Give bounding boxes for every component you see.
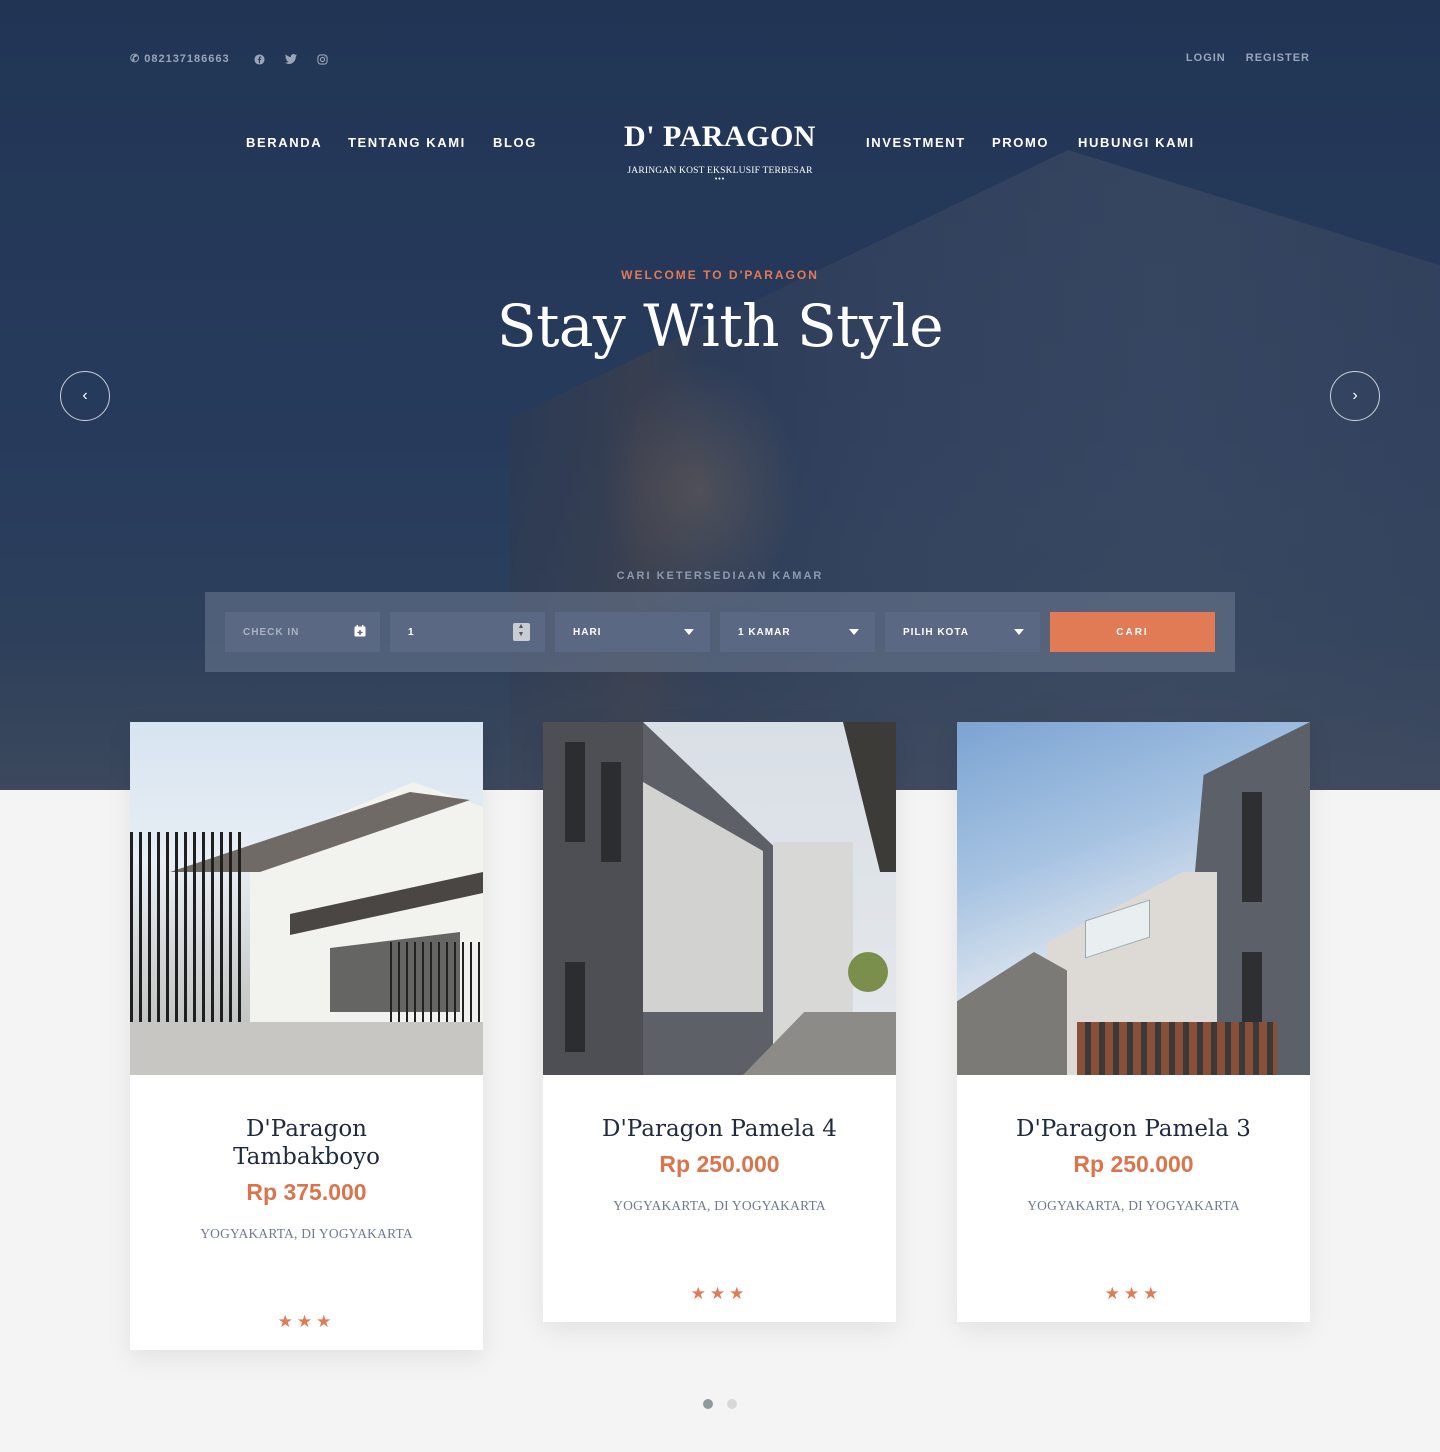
rooms-value: 1 KAMAR	[738, 626, 791, 638]
photo-fence	[1077, 1022, 1277, 1075]
checkin-field[interactable]: CHECK IN	[225, 612, 380, 652]
twitter-icon[interactable]	[284, 52, 298, 66]
search-form: CHECK IN 1 ▲ ▼ HARI 1 KAMAR PILIH KOTA CA…	[205, 592, 1235, 672]
register-link[interactable]: REGISTER	[1246, 52, 1310, 64]
phone-number: 082137186663	[144, 52, 230, 65]
star-rating-icon: ★★★	[277, 1312, 336, 1331]
logo-tagline: JARINGAN KOST EKSKLUSIF TERBESAR	[627, 166, 813, 176]
listing-name[interactable]: D'Paragon Pamela 4	[563, 1115, 876, 1143]
phone-icon: ✆	[130, 53, 141, 65]
carousel-pagination	[0, 1399, 1440, 1409]
listing-location: YOGYAKARTA, DI YOGYAKARTA	[1027, 1198, 1240, 1213]
chevron-left-icon: ‹	[82, 387, 88, 404]
photo-building-left	[543, 722, 643, 1075]
listing-location: YOGYAKARTA, DI YOGYAKARTA	[613, 1198, 826, 1213]
photo-windows	[1242, 792, 1262, 902]
listing-price: Rp 250.000	[1073, 1151, 1194, 1177]
listing-name[interactable]: D'Paragon Pamela 3	[977, 1115, 1290, 1143]
phone-contact[interactable]: ✆ 082137186663	[130, 52, 230, 66]
calendar-icon	[354, 625, 366, 640]
stepper-arrows-icon[interactable]: ▲ ▼	[513, 623, 530, 641]
search-button[interactable]: CARI	[1050, 612, 1215, 652]
facebook-icon[interactable]	[252, 52, 266, 66]
instagram-icon[interactable]	[315, 52, 329, 66]
hero-banner: ✆ 082137186663 LOGIN REGISTER BERANDA TE…	[0, 0, 1440, 790]
checkin-placeholder: CHECK IN	[243, 626, 300, 638]
hero-welcome: WELCOME TO D'PARAGON	[621, 268, 819, 282]
nav-item-investment[interactable]: INVESTMENT	[866, 135, 966, 150]
duration-unit-select[interactable]: HARI	[555, 612, 710, 652]
listing-price: Rp 375.000	[246, 1179, 367, 1205]
photo-windows	[601, 762, 621, 862]
nav-item-promo[interactable]: PROMO	[992, 135, 1049, 150]
photo-windows	[565, 742, 585, 842]
logo-name: D' PARAGON	[624, 120, 816, 153]
listing-card[interactable]: D'Paragon Pamela 4 Rp 250.000 YOGYAKARTA…	[543, 722, 896, 1322]
listing-location: YOGYAKARTA, DI YOGYAKARTA	[200, 1226, 413, 1241]
city-value: PILIH KOTA	[903, 626, 969, 638]
listing-card[interactable]: D'Paragon Pamela 3 Rp 250.000 YOGYAKARTA…	[957, 722, 1310, 1322]
rooms-select[interactable]: 1 KAMAR	[720, 612, 875, 652]
photo-tree	[848, 952, 888, 992]
topbar: ✆ 082137186663 LOGIN REGISTER	[130, 52, 1310, 68]
duration-value: 1	[408, 626, 415, 638]
nav-item-tentang-kami[interactable]: TENTANG KAMI	[348, 135, 466, 150]
listing-body: D'Paragon Pamela 3 Rp 250.000 YOGYAKARTA…	[957, 1075, 1310, 1322]
listing-photo[interactable]	[543, 722, 896, 1075]
chevron-right-icon: ›	[1352, 387, 1358, 404]
listing-photo[interactable]	[957, 722, 1310, 1075]
listing-name[interactable]: D'Paragon Tambakboyo	[150, 1115, 463, 1171]
hero-title: Stay With Style	[496, 292, 944, 360]
login-link[interactable]: LOGIN	[1186, 52, 1226, 64]
slider-next-button[interactable]: ›	[1330, 371, 1380, 421]
chevron-down-icon	[1014, 629, 1024, 635]
star-rating-icon: ★★★	[690, 1284, 749, 1303]
city-select[interactable]: PILIH KOTA	[885, 612, 1040, 652]
listing-price: Rp 250.000	[659, 1151, 780, 1177]
photo-windows	[565, 962, 585, 1052]
photo-ground	[130, 1022, 483, 1075]
star-rating-icon: ★★★	[1104, 1284, 1163, 1303]
listing-body: D'Paragon Tambakboyo Rp 375.000 YOGYAKAR…	[130, 1075, 483, 1350]
auth-links: LOGIN REGISTER	[1186, 52, 1310, 64]
listing-body: D'Paragon Pamela 4 Rp 250.000 YOGYAKARTA…	[543, 1075, 896, 1322]
nav-item-beranda[interactable]: BERANDA	[246, 135, 322, 150]
listing-card[interactable]: D'Paragon Tambakboyo Rp 375.000 YOGYAKAR…	[130, 722, 483, 1350]
duration-unit-value: HARI	[573, 626, 602, 638]
slider-prev-button[interactable]: ‹	[60, 371, 110, 421]
nav-item-hubungi-kami[interactable]: HUBUNGI KAMI	[1078, 135, 1195, 150]
chevron-down-icon	[849, 629, 859, 635]
listing-photo[interactable]	[130, 722, 483, 1075]
logo-dots: •••	[714, 176, 726, 183]
site-logo[interactable]: D' PARAGON JARINGAN KOST EKSKLUSIF TERBE…	[570, 120, 870, 184]
carousel-dot[interactable]	[727, 1399, 737, 1409]
duration-stepper[interactable]: 1 ▲ ▼	[390, 612, 545, 652]
nav-item-blog[interactable]: BLOG	[493, 135, 537, 150]
chevron-down-icon	[684, 629, 694, 635]
search-heading: CARI KETERSEDIAAN KAMAR	[616, 570, 824, 582]
carousel-dot[interactable]	[703, 1399, 713, 1409]
